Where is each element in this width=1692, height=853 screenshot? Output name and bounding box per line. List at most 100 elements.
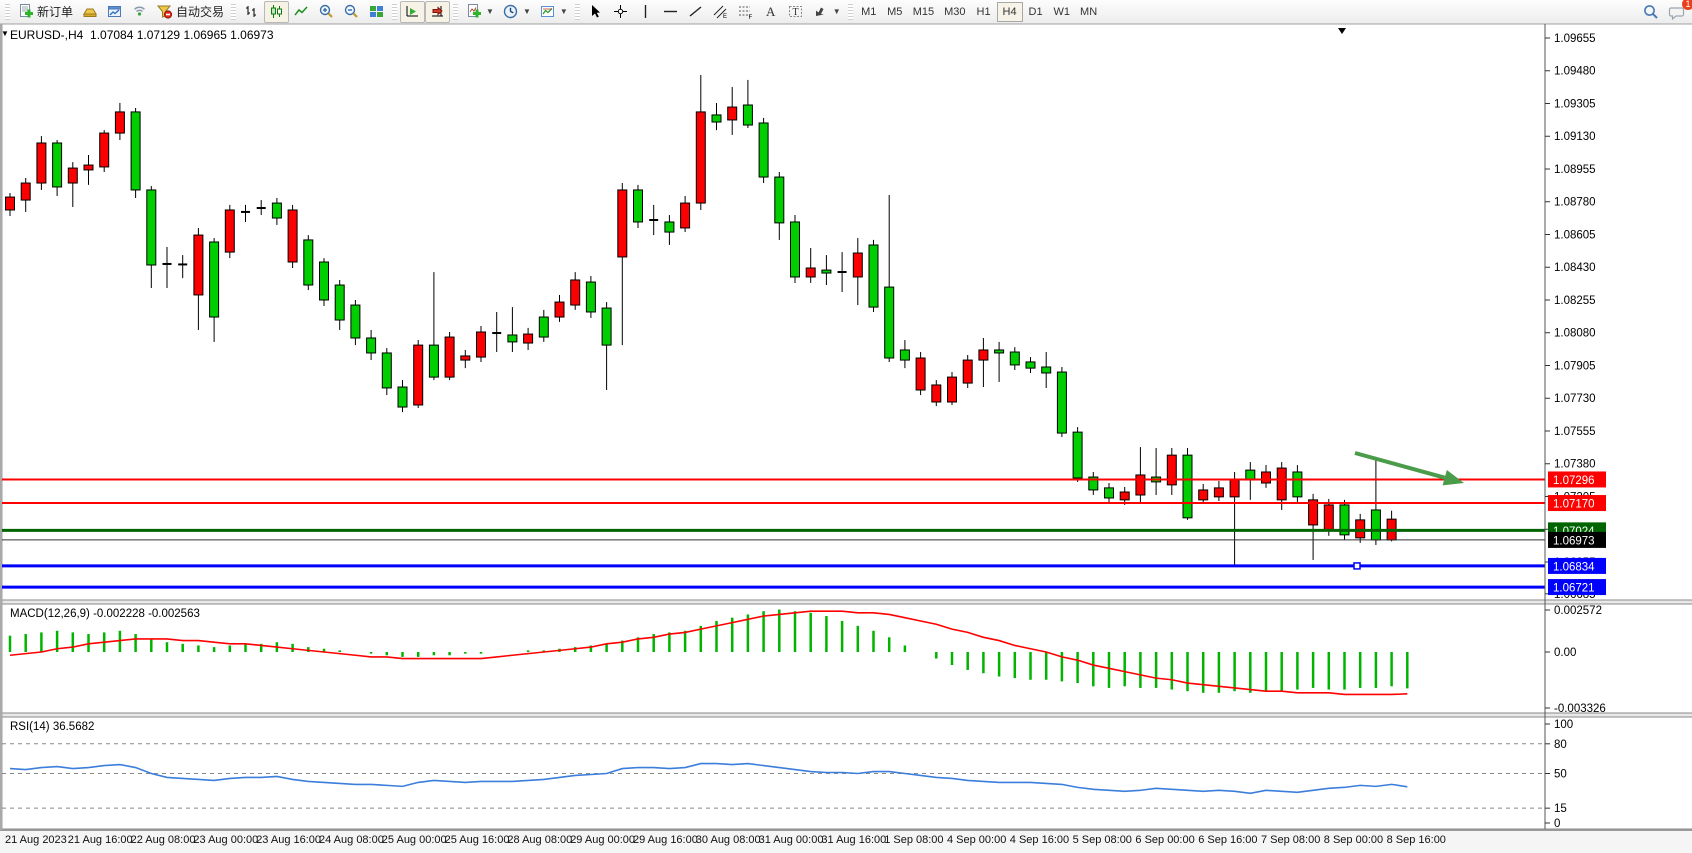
chevron-down-icon: ▼ [833,7,841,16]
template-icon [539,3,556,20]
bearish-candle [806,268,815,277]
timeframe-button-m5[interactable]: M5 [882,2,908,22]
chart-shift-button[interactable] [425,1,450,23]
timeframe-button-mn[interactable]: MN [1075,2,1102,22]
indicators-button[interactable]: ▼ [461,1,498,23]
time-axis-label: 6 Sep 16:00 [1198,834,1257,846]
timeframe-button-m15[interactable]: M15 [908,2,939,22]
price-tick-label: 1.08430 [1554,262,1596,274]
toolbar-grip[interactable] [848,4,853,20]
chat-button[interactable]: 1 [1664,1,1690,23]
crosshair-button[interactable] [608,1,633,23]
horizontal-line-icon [662,3,679,20]
time-axis[interactable]: 21 Aug 202321 Aug 16:0022 Aug 08:0023 Au… [0,830,1692,853]
chevron-down-icon: ▼ [486,7,494,16]
text-tool-button[interactable]: A [758,1,783,23]
zoom-out-icon [343,3,360,20]
time-axis-label: 4 Sep 16:00 [1010,834,1069,846]
time-axis-label: 22 Aug 08:00 [131,834,196,846]
bullish-candle [351,305,360,338]
timeframe-button-m1[interactable]: M1 [856,2,882,22]
price-chart-canvas[interactable]: 1.096551.094801.093051.091301.089551.087… [2,24,1692,830]
toolbar-grip[interactable] [575,4,580,20]
toolbar-grip[interactable] [392,4,397,20]
vertical-line-button[interactable] [633,1,658,23]
time-axis-label: 5 Sep 08:00 [1073,834,1132,846]
bearish-candle [979,350,988,360]
candlestick-icon [268,3,285,20]
toolbar-grip[interactable] [231,4,236,20]
tile-windows-button[interactable] [364,1,389,23]
indicators-icon [465,3,482,20]
bearish-candle [100,133,109,167]
search-button[interactable] [1638,1,1664,23]
panel-separator[interactable] [2,600,1692,604]
timeframe-button-h4[interactable]: H4 [997,2,1023,22]
bar-chart-icon [243,3,260,20]
timeframe-button-d1[interactable]: D1 [1023,2,1049,22]
price-tick-label: 1.09305 [1554,98,1596,110]
price-level-badge-text: 1.06973 [1553,535,1595,547]
cursor-button[interactable] [583,1,608,23]
panel-separator[interactable] [2,713,1692,717]
auto-scroll-button[interactable] [400,1,425,23]
fibonacci-button[interactable]: F [733,1,758,23]
chart-window[interactable]: 1.096551.094801.093051.091301.089551.087… [0,24,1692,830]
zoom-out-button[interactable] [339,1,364,23]
bullish-candle [382,353,391,388]
bullish-candle [995,350,1004,353]
time-axis-label: 23 Aug 16:00 [256,834,321,846]
arrows-icon [812,3,829,20]
bullish-candle [53,143,62,187]
time-axis-label: 4 Sep 00:00 [947,834,1006,846]
arrows-button[interactable]: ▼ [808,1,845,23]
bullish-candle [665,222,674,232]
bearish-candle [6,197,15,210]
bullish-candle [1371,510,1380,540]
chevron-down-icon: ▼ [560,7,568,16]
price-tick-label: 1.08605 [1554,229,1596,241]
periods-button[interactable]: ▼ [498,1,535,23]
timeframe-button-h1[interactable]: H1 [971,2,997,22]
zoom-in-button[interactable] [314,1,339,23]
fibonacci-icon: F [737,3,754,20]
templates-button[interactable]: ▼ [535,1,572,23]
bullish-candle [775,177,784,223]
toolbar-grip[interactable] [453,4,458,20]
candlestick-button[interactable] [264,1,289,23]
time-axis-label: 30 Aug 08:00 [696,834,761,846]
time-axis-label: 24 Aug 08:00 [319,834,384,846]
svg-text:T: T [792,7,798,18]
time-axis-label: 31 Aug 16:00 [821,834,886,846]
auto-trading-button[interactable]: 自动交易 [152,1,228,23]
price-level-badge-text: 1.07170 [1553,499,1595,511]
bullish-candle [869,245,878,307]
bearish-candle [115,112,124,133]
bullish-candle [429,345,438,377]
signals-button[interactable] [127,1,152,23]
bullish-candle [1010,352,1019,365]
equidistant-channel-button[interactable]: E [708,1,733,23]
bearish-candle [1277,468,1286,500]
timeframe-button-m30[interactable]: M30 [939,2,970,22]
gold-bar-icon [81,3,98,20]
bullish-candle [508,335,517,342]
price-tick-label: 1.08955 [1554,164,1596,176]
bar-chart-button[interactable] [239,1,264,23]
gold-bar-button[interactable] [77,1,102,23]
line-chart-button[interactable] [289,1,314,23]
time-axis-label: 25 Aug 16:00 [445,834,510,846]
bearish-candle [916,358,925,390]
text-label-button[interactable]: T [783,1,808,23]
trendline-button[interactable] [683,1,708,23]
zoom-in-icon [318,3,335,20]
line-selection-handle[interactable] [1354,563,1360,569]
horizontal-line-button[interactable] [658,1,683,23]
timeframe-button-w1[interactable]: W1 [1049,2,1076,22]
price-tick-label: 1.08255 [1554,295,1596,307]
bullish-candle [367,338,376,353]
rsi-scale-label: 80 [1554,739,1567,751]
toolbar-grip[interactable] [5,4,10,20]
new-order-button[interactable]: 新订单 [13,1,77,23]
new-chart-button[interactable] [102,1,127,23]
